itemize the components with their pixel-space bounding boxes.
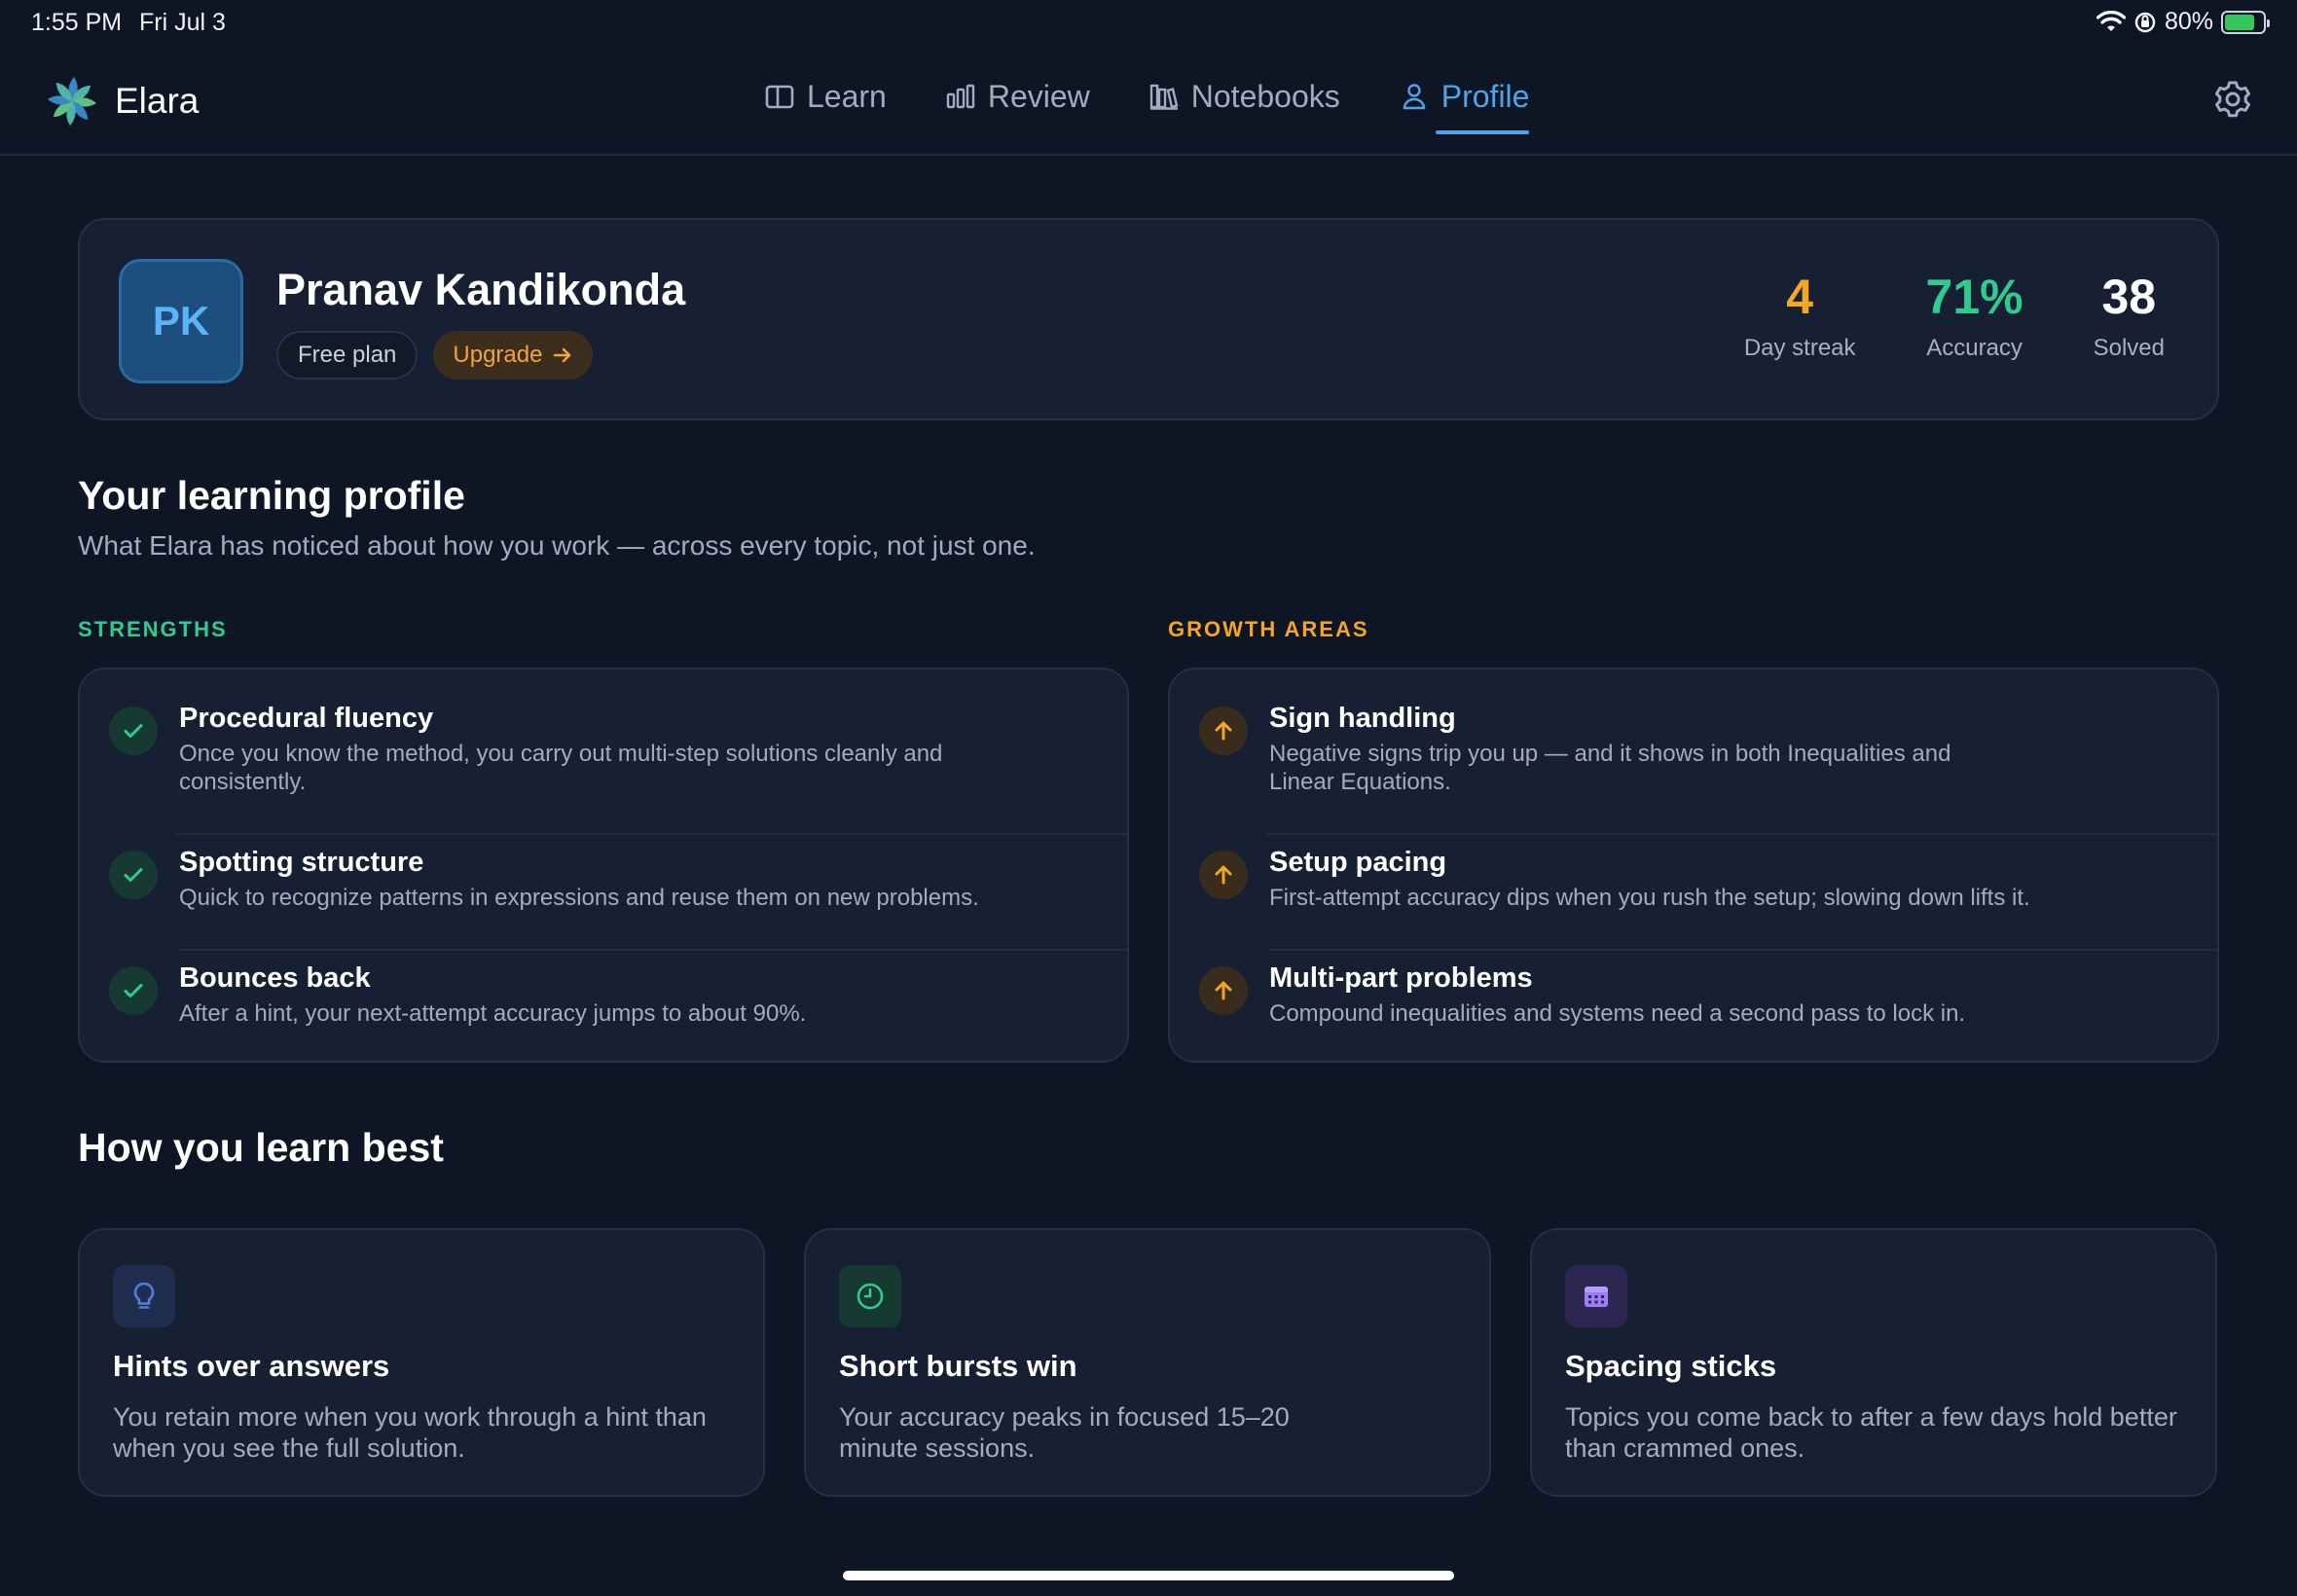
tip-title: Short bursts win bbox=[839, 1349, 1077, 1383]
stat-solved: 38 Solved bbox=[2094, 272, 2165, 362]
tip-desc: Topics you come back to after a few days… bbox=[1565, 1402, 2177, 1463]
book-open-icon bbox=[765, 85, 794, 109]
wifi-icon bbox=[2096, 10, 2126, 31]
upgrade-label: Upgrade bbox=[453, 342, 543, 368]
tip-title: Hints over answers bbox=[113, 1349, 390, 1383]
strength-desc: After a hint, your next-attempt accuracy… bbox=[179, 1000, 807, 1027]
tip-card: Short bursts win Your accuracy peaks in … bbox=[804, 1228, 1491, 1497]
growth-title: Setup pacing bbox=[1269, 847, 1447, 878]
tab-profile-label: Profile bbox=[1440, 78, 1530, 114]
growth-desc: First-attempt accuracy dips when you rus… bbox=[1269, 885, 2030, 911]
library-icon bbox=[1149, 84, 1179, 110]
growth-title: Sign handling bbox=[1269, 703, 1456, 734]
tab-notebooks-label: Notebooks bbox=[1190, 78, 1340, 114]
orientation-lock-icon bbox=[2134, 12, 2156, 32]
learning-profile-title: Your learning profile bbox=[78, 473, 465, 518]
gear-icon[interactable] bbox=[2211, 78, 2254, 121]
strength-title: Spotting structure bbox=[179, 847, 424, 878]
stat-accuracy-value: 71% bbox=[1925, 270, 2024, 324]
learning-profile-subtitle: What Elara has noticed about how you wor… bbox=[78, 530, 1036, 561]
stat-streak-value: 4 bbox=[1786, 270, 1814, 324]
arrow-up-icon bbox=[1199, 851, 1248, 899]
check-icon bbox=[109, 966, 158, 1015]
user-name: Pranav Kandikonda bbox=[276, 265, 686, 314]
status-indicators: 80% bbox=[2096, 8, 2270, 36]
status-date: Fri Jul 3 bbox=[139, 9, 226, 36]
growth-title: Multi-part problems bbox=[1269, 962, 1533, 994]
check-icon bbox=[109, 707, 158, 755]
stat-solved-label: Solved bbox=[2093, 335, 2165, 361]
strength-desc: Quick to recognize patterns in expressio… bbox=[179, 885, 979, 911]
avatar[interactable]: PK bbox=[119, 259, 243, 383]
status-bar: 1:55 PM Fri Jul 3 80% bbox=[0, 0, 2297, 49]
battery-icon bbox=[2221, 10, 2270, 34]
nav-tabs: Learn Review Notebooks Profile bbox=[764, 72, 1530, 134]
battery-percent: 80% bbox=[2164, 8, 2213, 35]
stat-solved-value: 38 bbox=[2101, 270, 2157, 324]
stat-accuracy: 71% Accuracy bbox=[1926, 272, 2024, 362]
learn-best-title: How you learn best bbox=[78, 1125, 444, 1170]
lightbulb-icon bbox=[113, 1265, 175, 1327]
stat-accuracy-label: Accuracy bbox=[1926, 335, 2023, 361]
stat-streak-label: Day streak bbox=[1743, 335, 1856, 361]
arrow-right-icon bbox=[554, 347, 571, 363]
strength-title: Bounces back bbox=[179, 962, 371, 994]
clock-icon bbox=[839, 1265, 901, 1327]
user-icon bbox=[1403, 84, 1425, 110]
battery-fill bbox=[2225, 14, 2255, 30]
tab-learn[interactable]: Learn bbox=[764, 72, 887, 121]
strength-title: Procedural fluency bbox=[179, 703, 434, 734]
strengths-label: STRENGTHS bbox=[78, 617, 228, 641]
top-nav: Elara Learn Review Notebooks Profile bbox=[0, 49, 2297, 156]
tab-notebooks[interactable]: Notebooks bbox=[1148, 72, 1340, 121]
growth-desc: Compound inequalities and systems need a… bbox=[1269, 1000, 1966, 1027]
app-name: Elara bbox=[115, 81, 200, 121]
stat-streak: 4 Day streak bbox=[1744, 272, 1856, 362]
calendar-icon bbox=[1565, 1265, 1627, 1327]
bar-chart-icon bbox=[946, 84, 975, 109]
tip-title: Spacing sticks bbox=[1565, 1349, 1777, 1383]
growth-areas-label: GROWTH AREAS bbox=[1168, 617, 1369, 641]
stats: 4 Day streak 71% Accuracy 38 Solved bbox=[1744, 272, 2165, 362]
home-indicator[interactable] bbox=[843, 1571, 1454, 1580]
tip-desc: You retain more when you work through a … bbox=[113, 1402, 707, 1463]
strength-desc: Once you know the method, you carry out … bbox=[179, 741, 943, 795]
upgrade-button[interactable]: Upgrade bbox=[433, 331, 594, 380]
check-icon bbox=[109, 851, 158, 899]
status-time: 1:55 PM bbox=[31, 9, 123, 36]
tab-review-label: Review bbox=[987, 78, 1090, 114]
growth-areas-card: Sign handling Negative signs trip you up… bbox=[1168, 668, 2219, 1063]
elara-logo-icon bbox=[48, 77, 96, 126]
learn-best-cards: Hints over answers You retain more when … bbox=[78, 1228, 2219, 1497]
growth-desc: Negative signs trip you up — and it show… bbox=[1269, 741, 1951, 795]
plan-badge: Free plan bbox=[276, 331, 419, 380]
brand[interactable]: Elara bbox=[43, 72, 199, 130]
tip-card: Spacing sticks Topics you come back to a… bbox=[1530, 1228, 2217, 1497]
arrow-up-icon bbox=[1199, 707, 1248, 755]
tip-desc: Your accuracy peaks in focused 15–20 min… bbox=[839, 1402, 1290, 1463]
profile-card: PK Pranav Kandikonda Free plan Upgrade 4… bbox=[78, 218, 2219, 420]
tip-card: Hints over answers You retain more when … bbox=[78, 1228, 765, 1497]
arrow-up-icon bbox=[1199, 966, 1248, 1015]
strengths-card: Procedural fluency Once you know the met… bbox=[78, 668, 1129, 1063]
plan-row: Free plan Upgrade bbox=[276, 331, 594, 380]
tab-profile[interactable]: Profile bbox=[1399, 72, 1530, 134]
tab-learn-label: Learn bbox=[807, 78, 887, 114]
tab-review[interactable]: Review bbox=[945, 72, 1090, 121]
